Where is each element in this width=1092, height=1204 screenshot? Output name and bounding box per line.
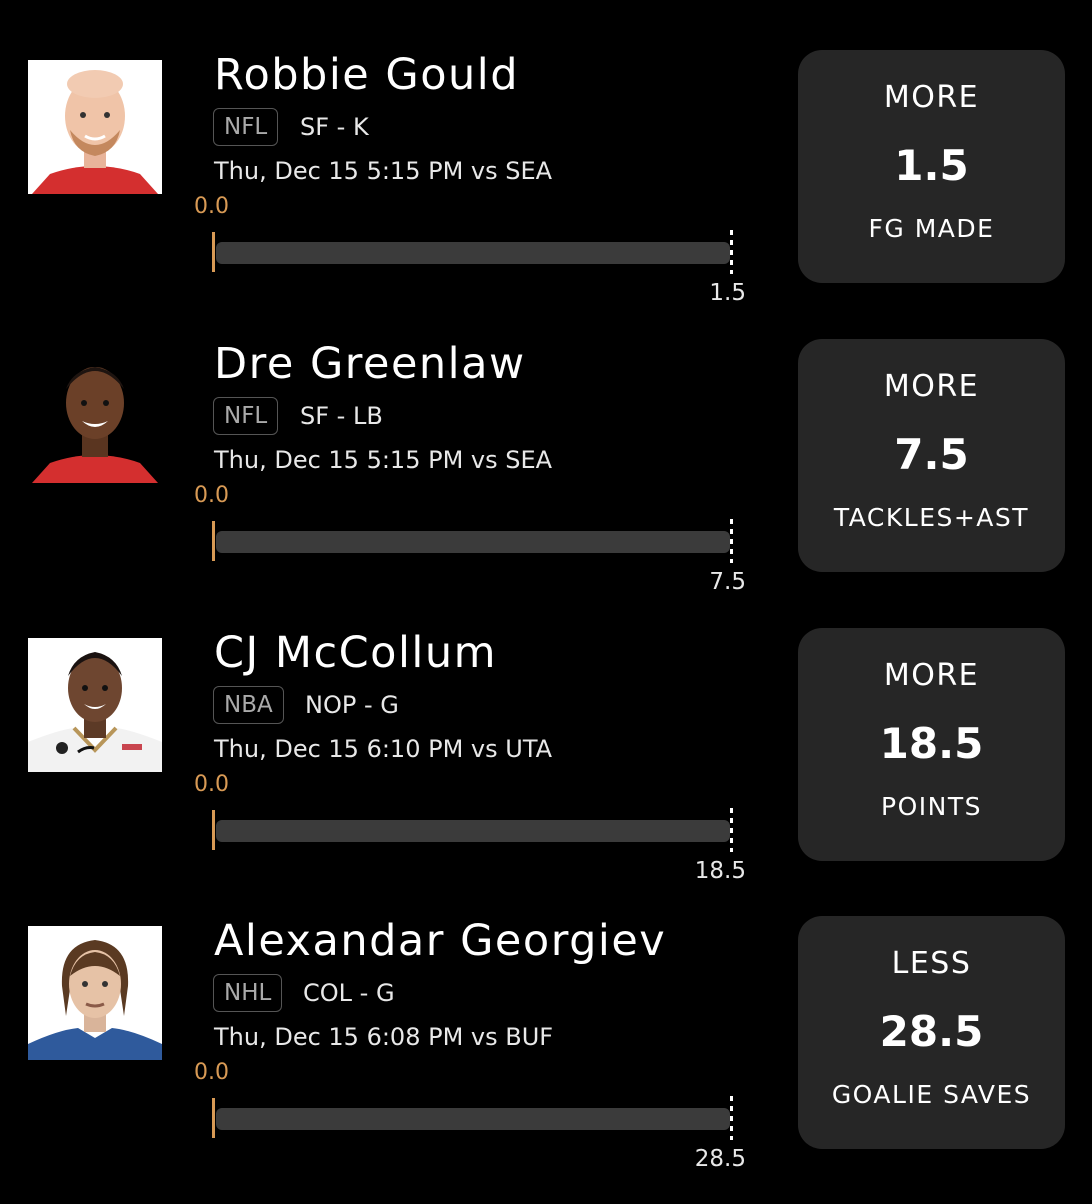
progress-start-marker: [212, 232, 215, 272]
player-name: Robbie Gould: [214, 50, 520, 100]
projection-card[interactable]: MORE 7.5 TACKLES+AST: [798, 339, 1065, 572]
player-name: CJ McCollum: [214, 628, 497, 678]
player-name: Dre Greenlaw: [214, 339, 526, 389]
league-badge: NHL: [213, 974, 283, 1012]
progress-target-value: 18.5: [694, 858, 746, 884]
projection-line: 7.5: [894, 430, 969, 479]
pick-row: Robbie Gould NFL SF - K Thu, Dec 15 5:15…: [0, 50, 1092, 338]
progress-current-value: 0.0: [194, 483, 229, 508]
progress-track: [216, 820, 730, 842]
progress-target-value: 1.5: [709, 280, 746, 306]
player-headshot-icon: [28, 60, 162, 194]
progress-track: [216, 242, 730, 264]
progress-target-value: 7.5: [709, 569, 746, 595]
game-time: Thu, Dec 15 6:08 PM vs BUF: [214, 1023, 554, 1051]
progress-track: [216, 531, 730, 553]
league-badge: NFL: [213, 108, 279, 146]
projection-card[interactable]: LESS 28.5 GOALIE SAVES: [798, 916, 1065, 1149]
projection-line: 28.5: [879, 1007, 984, 1056]
pick-row: CJ McCollum NBA NOP - G Thu, Dec 15 6:10…: [0, 628, 1092, 916]
progress-current-value: 0.0: [194, 194, 229, 219]
projection-card[interactable]: MORE 18.5 POINTS: [798, 628, 1065, 861]
pick-direction: LESS: [891, 946, 972, 981]
game-time: Thu, Dec 15 6:10 PM vs UTA: [214, 735, 553, 763]
player-headshot-icon: [28, 926, 162, 1060]
progress-target-marker: [730, 1096, 733, 1140]
player-name: Alexandar Georgiev: [214, 916, 667, 966]
pick-row: Alexandar Georgiev NHL COL - G Thu, Dec …: [0, 916, 1092, 1204]
stat-type: GOALIE SAVES: [831, 1080, 1032, 1109]
pick-direction: MORE: [883, 658, 980, 693]
projection-line: 18.5: [879, 719, 984, 768]
projection-line: 1.5: [894, 141, 969, 190]
player-headshot-icon: [28, 349, 162, 483]
game-time: Thu, Dec 15 5:15 PM vs SEA: [214, 446, 553, 474]
progress-start-marker: [212, 810, 215, 850]
team-position: COL - G: [303, 979, 395, 1007]
team-position: SF - K: [300, 113, 369, 141]
pick-direction: MORE: [883, 369, 980, 404]
stat-type: TACKLES+AST: [833, 503, 1030, 532]
stat-type: POINTS: [881, 792, 982, 821]
progress-start-marker: [212, 1098, 215, 1138]
progress-target-marker: [730, 230, 733, 274]
progress-start-marker: [212, 521, 215, 561]
player-headshot-icon: [28, 638, 162, 772]
league-badge: NBA: [213, 686, 284, 724]
progress-target-marker: [730, 519, 733, 563]
progress-target-value: 28.5: [694, 1146, 746, 1172]
progress-current-value: 0.0: [194, 1060, 229, 1085]
progress-current-value: 0.0: [194, 772, 229, 797]
team-position: NOP - G: [305, 691, 399, 719]
pick-direction: MORE: [883, 80, 980, 115]
projection-card[interactable]: MORE 1.5 FG MADE: [798, 50, 1065, 283]
progress-track: [216, 1108, 730, 1130]
stat-type: FG MADE: [868, 214, 995, 243]
progress-target-marker: [730, 808, 733, 852]
league-badge: NFL: [213, 397, 279, 435]
team-position: SF - LB: [300, 402, 383, 430]
game-time: Thu, Dec 15 5:15 PM vs SEA: [214, 157, 553, 185]
pick-row: Dre Greenlaw NFL SF - LB Thu, Dec 15 5:1…: [0, 339, 1092, 627]
